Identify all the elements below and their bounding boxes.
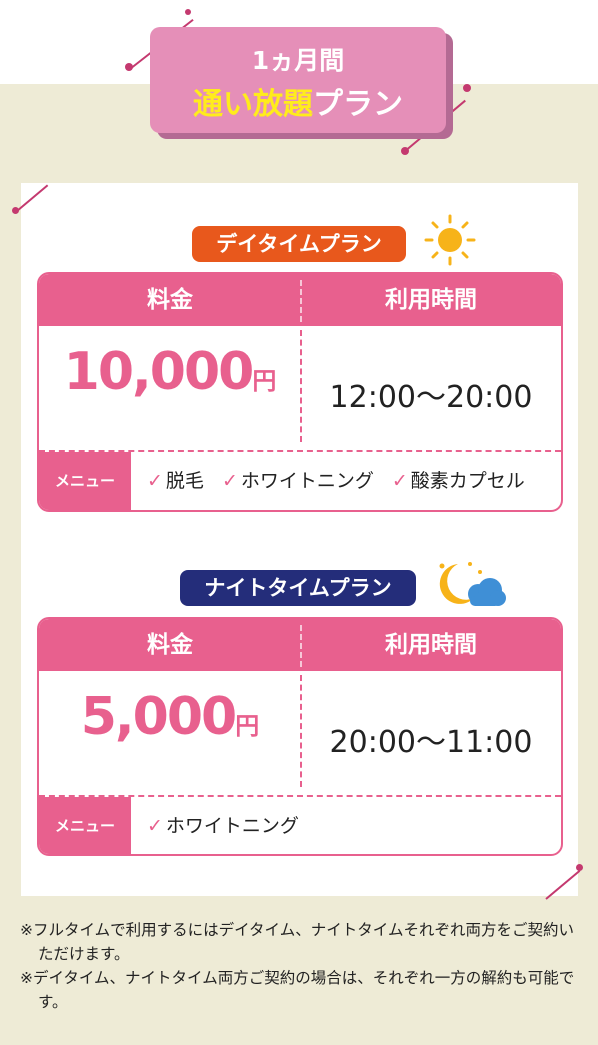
decor-dot — [12, 207, 19, 214]
price-value: 10,000 — [63, 342, 255, 402]
header-highlight: 通い放題 — [193, 87, 313, 122]
price: 5,000円 — [39, 687, 301, 767]
decor-dot — [185, 9, 191, 15]
night-plan-card: 料金 利用時間 5,000円 20:00〜11:00 メニュー ✓ ホワイトニング — [37, 617, 563, 856]
hours: 12:00〜20:00 — [329, 380, 533, 415]
divider — [300, 625, 302, 667]
notes: ※フルタイムで利用するにはデイタイム、ナイトタイムそれぞれ両方をご契約いただけま… — [20, 918, 580, 1014]
header-title: 1ヵ月間 — [251, 46, 345, 75]
check-icon: ✓ — [147, 815, 163, 837]
price-unit: 円 — [235, 712, 260, 740]
price-unit: 円 — [252, 367, 277, 395]
day-plan-card: 料金 利用時間 10,000円 12:00〜20:00 メニュー ✓ 脱毛 ✓ ホワイ… — [37, 272, 563, 512]
header-subtitle: 通い放題プラン — [150, 79, 446, 123]
sun-icon — [424, 214, 476, 266]
hours: 20:00〜11:00 — [329, 725, 533, 760]
check-icon: ✓ — [147, 470, 163, 492]
time-label: 利用時間 — [385, 287, 477, 313]
decor-dot — [125, 63, 133, 71]
note-1: ※フルタイムで利用するにはデイタイム、ナイトタイムそれぞれ両方をご契約いただけま… — [20, 921, 574, 963]
menu-item: ✓ ホワイトニング — [221, 470, 374, 492]
day-plan-tag: デイタイムプラン — [192, 226, 406, 262]
menu-item: ✓ 酸素カプセル — [391, 470, 525, 492]
price-value: 5,000 — [80, 687, 237, 747]
menu-item: ✓ ホワイトニング — [147, 815, 299, 837]
header-subtitle-rest: プラン — [313, 87, 403, 122]
check-icon: ✓ — [221, 470, 238, 492]
decor-dot — [463, 84, 471, 92]
menu-label: メニュー — [39, 797, 131, 854]
fee-label: 料金 — [147, 287, 193, 313]
decor-dot — [576, 864, 583, 871]
check-icon: ✓ — [391, 470, 408, 492]
night-plan-tag: ナイトタイムプラン — [180, 570, 416, 606]
menu-label: メニュー — [39, 452, 131, 510]
header-badge: 1ヵ月間 通い放題プラン — [150, 27, 446, 133]
moon-cloud-icon — [439, 562, 506, 606]
divider — [300, 280, 302, 322]
note-2: ※デイタイム、ナイトタイム両方ご契約の場合は、それぞれ一方の解約も可能です。 — [20, 969, 575, 1011]
fee-label: 料金 — [147, 632, 193, 658]
decor-dot — [401, 147, 409, 155]
time-label: 利用時間 — [385, 632, 477, 658]
menu-item: ✓ 脱毛 — [147, 470, 204, 492]
price: 10,000円 — [39, 342, 301, 422]
menu-list: ✓ 脱毛 ✓ ホワイトニング ✓ 酸素カプセル — [147, 452, 543, 510]
menu-list: ✓ ホワイトニング — [147, 797, 317, 854]
